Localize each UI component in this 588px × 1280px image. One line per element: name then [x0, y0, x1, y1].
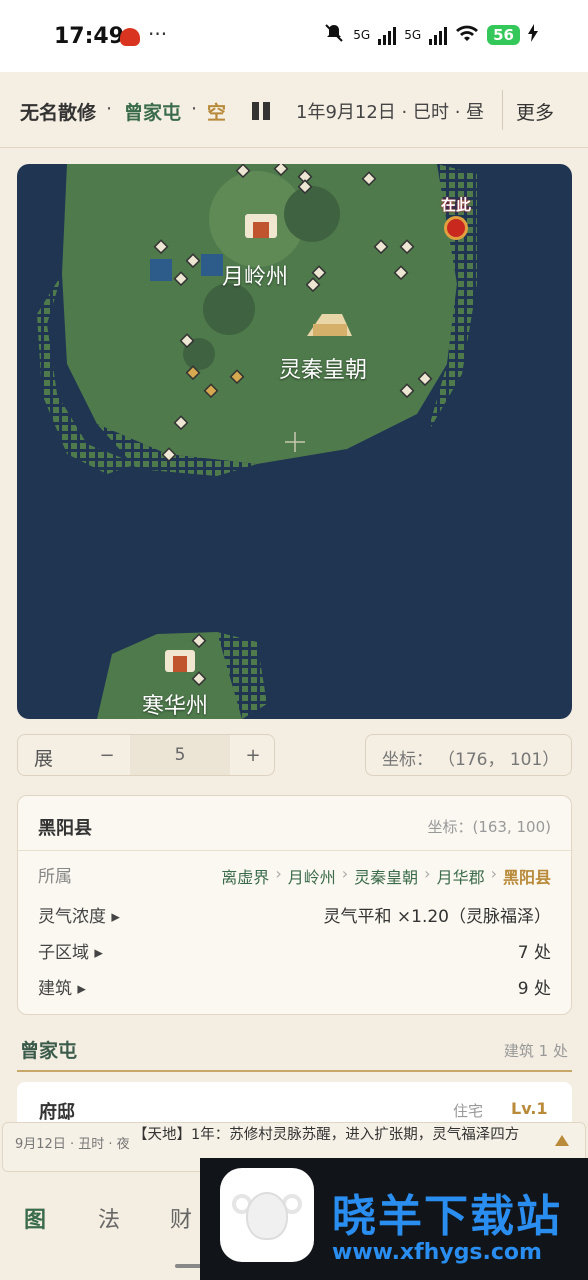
building-count: 9 处: [517, 979, 551, 999]
nav-wealth[interactable]: 财: [170, 1202, 192, 1234]
zoom-level: 5: [130, 735, 230, 775]
zoom-control: 展 − 5 +: [17, 734, 275, 776]
building-name: 府邸: [39, 1102, 75, 1123]
region-info-card: 黑阳县 坐标：(163, 100) 所属 离虚界 › 月岭州 › 灵秦皇朝 › …: [17, 795, 573, 1015]
expand-up-icon[interactable]: [555, 1135, 569, 1146]
city-icon: [165, 650, 195, 672]
sheep-logo-icon: [220, 1168, 314, 1262]
zoom-in-button[interactable]: +: [230, 735, 276, 775]
region-coordinate: 坐标：(163, 100): [427, 818, 551, 836]
map-terrain: [37, 164, 477, 719]
belongs-label: 所属: [38, 867, 72, 887]
city-icon: [245, 214, 277, 238]
qi-density-value: 灵气平和 ×1.20（灵脉福泽）: [323, 907, 552, 927]
wifi-icon: [455, 24, 479, 45]
map-label-yueling: 月岭州: [222, 265, 289, 290]
breadcrumb-separator: ›: [275, 864, 282, 883]
breadcrumb-item[interactable]: 离虚界: [221, 864, 269, 888]
current-location[interactable]: 曾家屯: [124, 98, 181, 125]
pause-button[interactable]: [252, 102, 272, 120]
qi-density-toggle[interactable]: 灵气浓度 ▸: [38, 902, 120, 927]
building-level: Lv.1: [511, 1099, 548, 1118]
zoom-out-button[interactable]: −: [84, 735, 130, 775]
top-bar: 无名散修 · 曾家屯 · 空 1年9月12日 · 巳时 · 昼 更多: [0, 72, 588, 148]
divider: [18, 850, 573, 851]
signal-2-icon: [429, 25, 448, 45]
notification-icon: [120, 28, 140, 46]
divider: [502, 90, 503, 130]
location-pin-icon[interactable]: [444, 216, 468, 240]
map-label-hanhua: 寒华州: [142, 694, 209, 719]
coordinate-label: 坐标：: [382, 750, 433, 770]
network-2-label: 5G: [404, 27, 422, 42]
building-type: 住宅: [453, 1102, 484, 1120]
breadcrumb-item[interactable]: 灵秦皇朝: [354, 864, 418, 888]
battery-icon: 56: [487, 24, 520, 45]
village-building-count: 建筑 1 处: [503, 1042, 568, 1060]
watermark-url: www.xfhygs.com: [332, 1240, 542, 1265]
breadcrumb-item[interactable]: 月岭州: [288, 864, 336, 888]
breadcrumb-separator: ›: [424, 864, 431, 883]
breadcrumb-separator: ›: [341, 864, 349, 883]
signal-1-icon: [378, 25, 397, 45]
mute-icon: [323, 22, 345, 47]
more-button[interactable]: 更多: [516, 98, 554, 125]
ticker-time: 9月12日 · 丑时 · 夜: [15, 1137, 130, 1152]
separator-dot: ·: [191, 98, 198, 120]
zoom-label[interactable]: 展: [34, 744, 53, 771]
region-name: 黑阳县: [38, 818, 92, 839]
subregion-count: 7 处: [517, 943, 551, 963]
status-extra: 空: [207, 102, 227, 124]
status-time: 17:49: [54, 24, 125, 49]
coordinate-display[interactable]: 坐标： （176， 101）: [365, 734, 572, 776]
network-1-label: 5G: [353, 27, 371, 42]
nav-map[interactable]: 图: [24, 1202, 46, 1234]
building-toggle[interactable]: 建筑 ▸: [38, 974, 86, 999]
region-breadcrumb: 离虚界 › 月岭州 › 灵秦皇朝 › 月华郡 › 黑阳县: [221, 864, 551, 888]
more-notifications-icon: ···: [148, 22, 168, 46]
status-icons: 5G 5G 56: [323, 22, 538, 47]
watermark: 晓羊下载站 www.xfhygs.com: [200, 1158, 588, 1280]
subregion-toggle[interactable]: 子区域 ▸: [38, 938, 103, 963]
game-date: 1年9月12日 · 巳时 · 昼: [296, 102, 485, 123]
world-map[interactable]: 月岭州 灵秦皇朝 寒华州 在此: [17, 164, 572, 719]
breadcrumb-separator: ›: [490, 864, 497, 883]
player-name: 无名散修: [20, 102, 97, 124]
status-bar: 17:49 ··· 5G 5G 56: [0, 0, 588, 72]
charging-icon: [528, 24, 538, 45]
separator-dot: ·: [106, 98, 113, 120]
here-label: 在此: [441, 196, 472, 214]
coordinate-value: （176， 101）: [438, 750, 560, 770]
breadcrumb-current: 黑阳县: [502, 868, 551, 887]
village-title: 曾家屯: [20, 1040, 78, 1062]
pause-icon: [252, 102, 259, 120]
nav-method[interactable]: 法: [98, 1202, 120, 1234]
ticker-text: 【天地】1年：苏修村灵脉苏醒，进入扩张期，灵气福泽四方: [133, 1127, 520, 1143]
divider: [17, 1070, 572, 1072]
map-label-lingqin: 灵秦皇朝: [279, 358, 368, 383]
breadcrumb-item[interactable]: 月华郡: [437, 864, 485, 888]
watermark-title: 晓羊下载站: [332, 1191, 562, 1242]
